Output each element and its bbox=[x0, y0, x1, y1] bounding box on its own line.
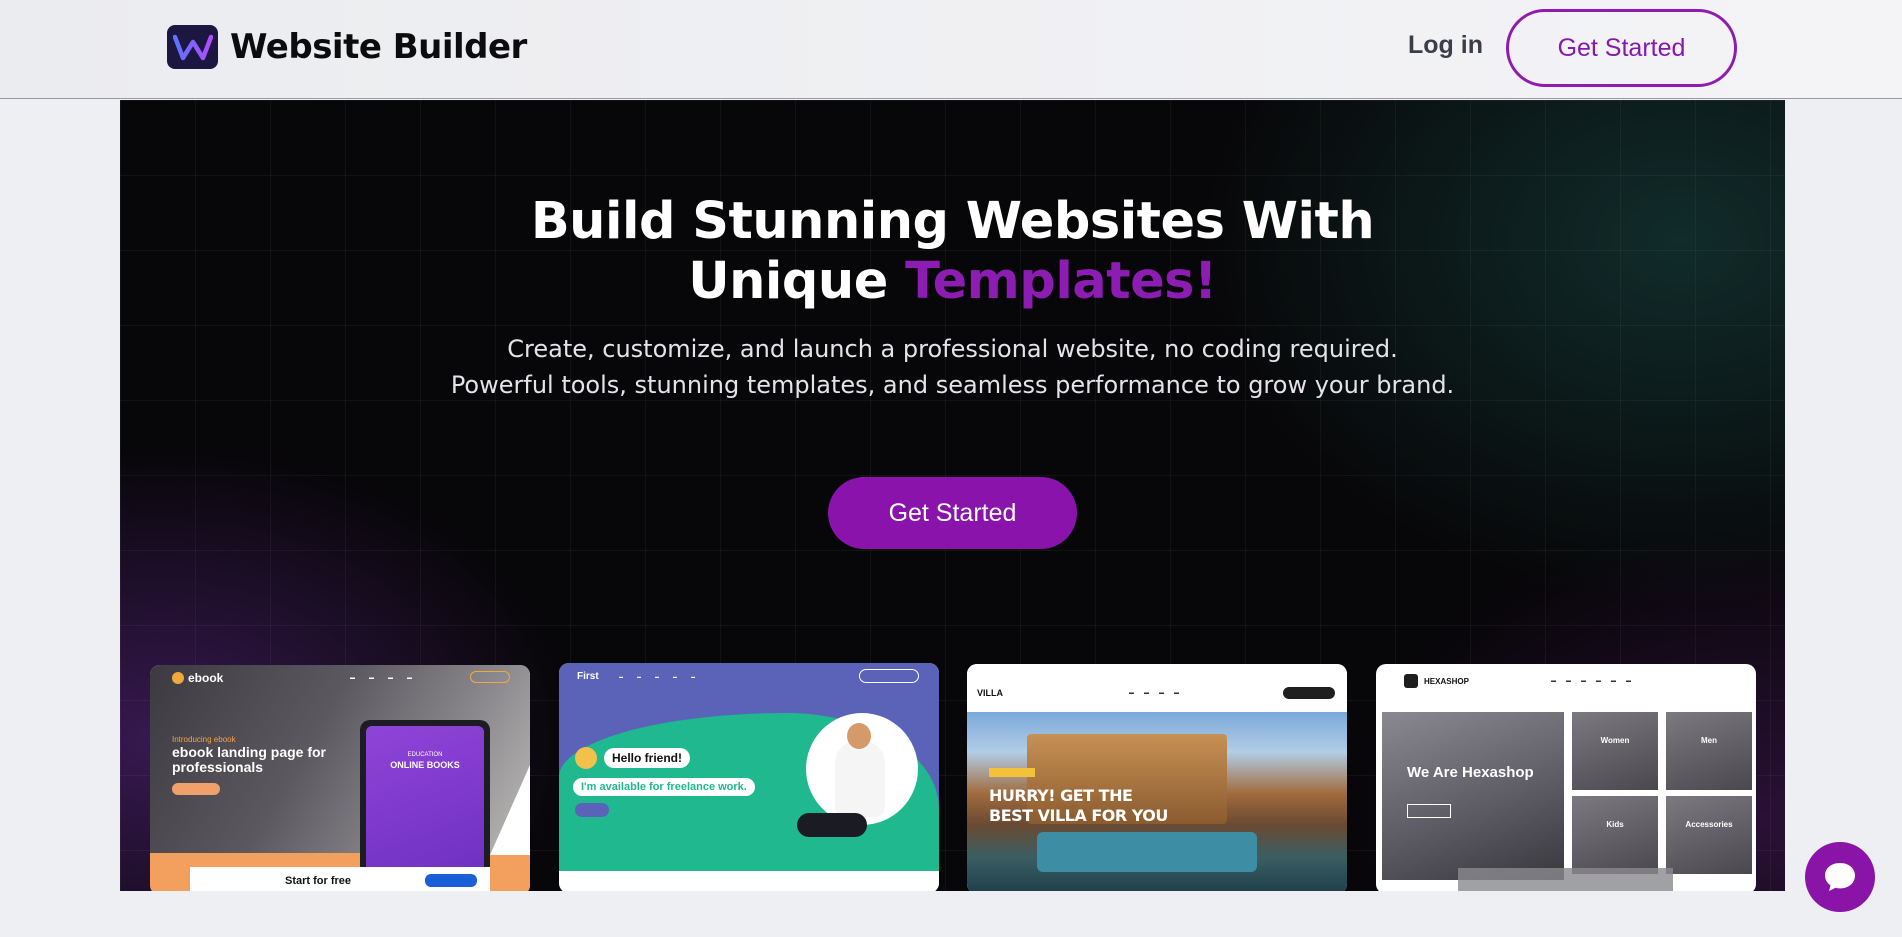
hexagon-logo-icon bbox=[1404, 674, 1418, 688]
template-nav-button bbox=[470, 671, 510, 683]
hero-title-line1: Build Stunning Websites With bbox=[530, 192, 1375, 251]
category-tile: Kids bbox=[1572, 796, 1658, 874]
hero-title-highlight: Templates! bbox=[905, 252, 1217, 311]
person-head bbox=[847, 723, 871, 749]
hero-subtitle-line1: Create, customize, and launch a professi… bbox=[507, 335, 1398, 363]
template-brand: First bbox=[577, 671, 599, 682]
template-card-villa[interactable]: VILLA ▬ ▬ ▬ ▬ HURRY! GET THE BEST VILLA FOR… bbox=[967, 664, 1347, 891]
tablet-label-small: EDUCATION bbox=[407, 752, 443, 758]
template-greeting: Hello friend! bbox=[604, 748, 691, 768]
chat-button[interactable] bbox=[1805, 842, 1875, 912]
login-link[interactable]: Log in bbox=[1408, 31, 1483, 60]
ad-text: Start for free bbox=[285, 875, 352, 887]
template-kicker: Introducing ebook bbox=[172, 735, 236, 744]
template-nav: ▬ ▬ ▬ ▬ ▬ ▬ bbox=[1551, 678, 1631, 684]
template-nav: ▬ ▬ ▬ ▬ bbox=[350, 675, 412, 681]
tablet-label-large: ONLINE BOOKS bbox=[390, 760, 460, 770]
villa-pool-shape bbox=[1037, 832, 1257, 872]
brand-dot-icon bbox=[172, 672, 184, 684]
template-card-freelance[interactable]: First ▬ ▬ ▬ ▬ ▬ Hello friend! I'm available … bbox=[559, 663, 939, 891]
card-footer-band bbox=[559, 871, 939, 891]
template-card-ebook[interactable]: ebook ▬ ▬ ▬ ▬ Introducing ebook ebook landi… bbox=[150, 665, 530, 891]
decorative-wedge bbox=[490, 765, 530, 855]
chat-bubble-icon bbox=[1825, 863, 1855, 891]
template-tag bbox=[989, 768, 1035, 777]
ad-button bbox=[425, 874, 477, 887]
category-label: Men bbox=[1701, 736, 1717, 745]
template-headline: We Are Hexashop bbox=[1407, 764, 1534, 781]
phone-pill bbox=[859, 669, 919, 683]
ad-banner bbox=[1458, 868, 1673, 891]
template-brand-text: HEXASHOP bbox=[1424, 676, 1469, 686]
hero-section: Build Stunning Websites With Unique Temp… bbox=[120, 100, 1785, 891]
template-tagline: I'm available for freelance work. bbox=[573, 778, 755, 796]
category-tile: Women bbox=[1572, 712, 1658, 790]
template-brand-text: ebook bbox=[188, 671, 224, 685]
hexashop-hero: We Are Hexashop bbox=[1382, 712, 1564, 880]
template-small-button bbox=[575, 803, 609, 817]
category-tile: Accessories bbox=[1666, 796, 1752, 874]
category-label: Kids bbox=[1606, 820, 1624, 829]
tablet-screen: EDUCATION ONLINE BOOKS bbox=[366, 726, 484, 889]
header-get-started-button[interactable]: Get Started bbox=[1506, 9, 1737, 87]
person-illustration bbox=[835, 723, 885, 817]
top-header: Website Builder Log in Get Started bbox=[0, 0, 1902, 99]
brand-name: Website Builder bbox=[230, 27, 527, 67]
template-title: ebook landing page for professionals bbox=[172, 744, 327, 775]
w-logo-icon bbox=[167, 25, 218, 69]
person-legs bbox=[797, 813, 867, 837]
category-label: Women bbox=[1600, 736, 1630, 745]
template-button bbox=[1407, 804, 1451, 818]
template-brand: ebook bbox=[172, 671, 223, 685]
category-label: Accessories bbox=[1685, 820, 1733, 829]
hero-title-line2: Unique Templates! bbox=[120, 252, 1785, 312]
template-nav-button bbox=[1283, 687, 1335, 699]
brand-logo[interactable]: Website Builder bbox=[167, 25, 527, 69]
template-card-hexashop[interactable]: HEXASHOP ▬ ▬ ▬ ▬ ▬ ▬ We Are Hexashop Women Me… bbox=[1376, 664, 1756, 891]
hero-subtitle-line2: Powerful tools, stunning templates, and … bbox=[450, 371, 1455, 399]
tablet-image: EDUCATION ONLINE BOOKS bbox=[360, 720, 490, 891]
template-headline: HURRY! GET THE BEST VILLA FOR YOU bbox=[989, 786, 1168, 825]
template-nav: ▬ ▬ ▬ ▬ ▬ bbox=[619, 674, 695, 679]
hero-title-prefix: Unique bbox=[688, 252, 906, 311]
category-tile: Men bbox=[1666, 712, 1752, 790]
template-brand: VILLA bbox=[977, 688, 1003, 698]
avatar-icon bbox=[575, 747, 597, 769]
template-brand: HEXASHOP bbox=[1404, 674, 1469, 688]
template-primary-button bbox=[172, 783, 220, 795]
template-nav: ▬ ▬ ▬ ▬ bbox=[1129, 690, 1179, 696]
hero-get-started-button[interactable]: Get Started bbox=[828, 477, 1077, 549]
